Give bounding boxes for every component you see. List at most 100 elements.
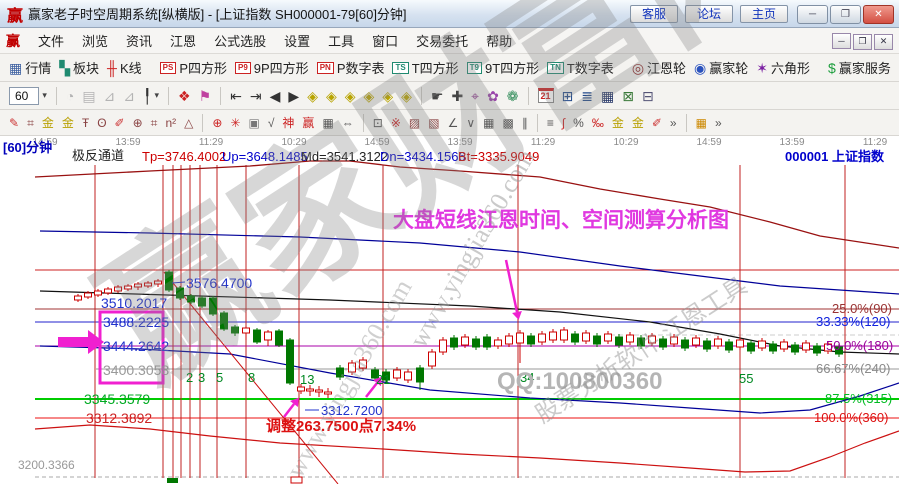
menu-tools[interactable]: 工具 — [319, 31, 363, 52]
matrix-tool[interactable]: ▦ — [692, 115, 711, 131]
menu-formula-picker[interactable]: 公式选股 — [205, 31, 275, 52]
pencil-tool[interactable]: ✎ — [5, 115, 23, 131]
p-number-table-button[interactable]: PN P数字表 — [313, 56, 389, 79]
menu-file[interactable]: 文件 — [29, 31, 73, 52]
last-page-button[interactable]: ⇥ — [246, 87, 266, 105]
diamond-right-button[interactable]: ◈ — [322, 87, 341, 105]
next-page-button[interactable]: ▶ — [284, 87, 303, 105]
maximize-button[interactable]: ❐ — [830, 4, 861, 24]
quotes-button[interactable]: ▦ 行情 — [5, 56, 55, 79]
print-button[interactable]: ⊟ — [638, 87, 658, 105]
calendar-button[interactable]: 21 — [534, 86, 558, 105]
notes-button[interactable]: ≣ — [577, 87, 597, 105]
gold-line2-tool[interactable]: 金 — [628, 115, 648, 131]
diamond-expand-button[interactable]: ◈ — [397, 87, 416, 105]
permille-tool[interactable]: ‰ — [588, 115, 608, 131]
gann-wheel-button[interactable]: ◎ 江恩轮 — [628, 56, 690, 79]
p-square-button[interactable]: PS P四方形 — [156, 56, 231, 79]
percent-tool[interactable]: % — [569, 115, 588, 131]
gold-section-tool[interactable]: 金 — [58, 115, 78, 131]
angle-fan-tool[interactable]: △ — [180, 115, 197, 131]
forum-button[interactable]: 论坛 — [684, 4, 733, 23]
crosshair-button[interactable]: ✚ — [447, 87, 467, 105]
menu-help[interactable]: 帮助 — [477, 31, 521, 52]
width-measure-tool[interactable]: ⇔ — [338, 115, 358, 131]
period-select[interactable]: 60 ▾ — [5, 85, 51, 107]
diamond-left-button[interactable]: ◈ — [303, 87, 322, 105]
frame-tool[interactable]: ⊡ — [369, 115, 387, 131]
hatch2-tool[interactable]: ▧ — [424, 115, 443, 131]
spiral-tool[interactable]: ʘ — [93, 115, 110, 131]
hexagon-button[interactable]: ✶ 六角形 — [752, 56, 814, 79]
gold-line-tool[interactable]: 金 — [608, 115, 628, 131]
menu-trading[interactable]: 交易委托 — [407, 31, 477, 52]
percent-curve-tool[interactable]: ∫ — [558, 115, 569, 131]
knot-tool-button[interactable]: ✿ — [483, 87, 503, 105]
square-number-tool[interactable]: n² — [161, 115, 180, 131]
grid-tool[interactable]: ⌗ — [23, 115, 38, 131]
export-button[interactable]: ⊠ — [618, 87, 638, 105]
menu-news[interactable]: 资讯 — [117, 31, 161, 52]
star-burst-tool[interactable]: ✳ — [226, 115, 244, 131]
9t-square-button[interactable]: T9 9T四方形 — [463, 56, 544, 79]
hand-tool-button[interactable]: ☛ — [427, 87, 448, 105]
check-tool[interactable]: √ — [264, 115, 279, 131]
quote-list-button[interactable]: ▤ — [78, 87, 99, 105]
angle-tool[interactable]: ∠ — [444, 115, 463, 131]
save-button[interactable]: ▦ — [597, 87, 618, 105]
menu-window[interactable]: 窗口 — [363, 31, 407, 52]
first-page-button[interactable]: ⇤ — [226, 87, 246, 105]
support-button[interactable]: 客服 — [629, 4, 678, 23]
trend-large-button[interactable]: ⊿ — [119, 87, 139, 105]
flag-button[interactable]: ⚑ — [195, 87, 216, 105]
ruler-pencil-tool[interactable]: ✐ — [111, 115, 129, 131]
menu-gann[interactable]: 江恩 — [161, 31, 205, 52]
diamond-star-button[interactable]: ◈ — [378, 87, 397, 105]
grid3-tool[interactable]: ▩ — [499, 115, 518, 131]
shen-tool[interactable]: 神 — [278, 115, 298, 131]
vee-tool[interactable]: ∨ — [462, 115, 479, 131]
intraday-button[interactable]: ◔ — [62, 87, 78, 105]
9p-square-button[interactable]: P9 9P四方形 — [231, 56, 313, 79]
chart-area[interactable]: 14:59 13:59 11:29 10:29 14:59 13:59 11:29 10:29… — [0, 137, 899, 484]
ribbon-tool-button[interactable]: ❁ — [503, 87, 523, 105]
menu-settings[interactable]: 设置 — [275, 31, 319, 52]
clock-tool[interactable]: ⊕ — [129, 115, 147, 131]
parallel-tool[interactable]: ∥ — [518, 115, 532, 131]
kline-button[interactable]: ╫ K线 — [103, 56, 146, 79]
more-tools-left[interactable]: » — [666, 115, 681, 131]
mdi-restore-button[interactable]: ❐ — [853, 33, 872, 50]
winner-service-button[interactable]: $ 赢家服务 — [824, 56, 895, 79]
box-tool[interactable]: ▣ — [244, 115, 263, 131]
grid2-tool[interactable]: ▦ — [479, 115, 498, 131]
minimize-button[interactable]: ─ — [797, 4, 828, 24]
levels-tool[interactable]: ≡ — [543, 115, 558, 131]
target-tool[interactable]: ⊕ — [208, 115, 226, 131]
mdi-minimize-button[interactable]: ─ — [832, 33, 851, 50]
diamond-both-button[interactable]: ◈ — [341, 87, 360, 105]
home-button[interactable]: 主页 — [739, 4, 788, 23]
candle-style-button[interactable]: ╿ ▾ — [139, 87, 163, 105]
winner-wheel-button[interactable]: ◉ 赢家轮 — [690, 56, 752, 79]
gann-tool-button[interactable]: ❖ — [174, 87, 195, 105]
mdi-close-button[interactable]: ✕ — [874, 33, 893, 50]
close-button[interactable]: ✕ — [863, 4, 894, 24]
trend-small-button[interactable]: ⊿ — [100, 87, 120, 105]
ray-fan-tool[interactable]: ※ — [387, 115, 405, 131]
diamond-shrink-button[interactable]: ◈ — [360, 87, 379, 105]
annotate-tool[interactable]: ✐ — [648, 115, 666, 131]
fan-tool[interactable]: Ŧ — [78, 115, 93, 131]
ruler-grid-tool[interactable]: ▦ — [318, 115, 337, 131]
t-number-table-button[interactable]: TN T数字表 — [543, 56, 618, 79]
count-grid-tool[interactable]: ⌗ — [147, 115, 162, 131]
sectors-button[interactable]: ▚ 板块 — [55, 56, 103, 79]
locate-button[interactable]: ⌖ — [467, 87, 483, 105]
gold-ratio-tool[interactable]: 金 — [38, 115, 58, 131]
hatch-tool[interactable]: ▨ — [405, 115, 424, 131]
more-tools[interactable]: » — [711, 115, 726, 131]
ying-tool[interactable]: 赢 — [298, 115, 318, 131]
prev-page-button[interactable]: ◀ — [266, 87, 285, 105]
menu-browse[interactable]: 浏览 — [73, 31, 117, 52]
t-square-button[interactable]: TS T四方形 — [388, 56, 462, 79]
calculator-button[interactable]: ⊞ — [558, 87, 578, 105]
